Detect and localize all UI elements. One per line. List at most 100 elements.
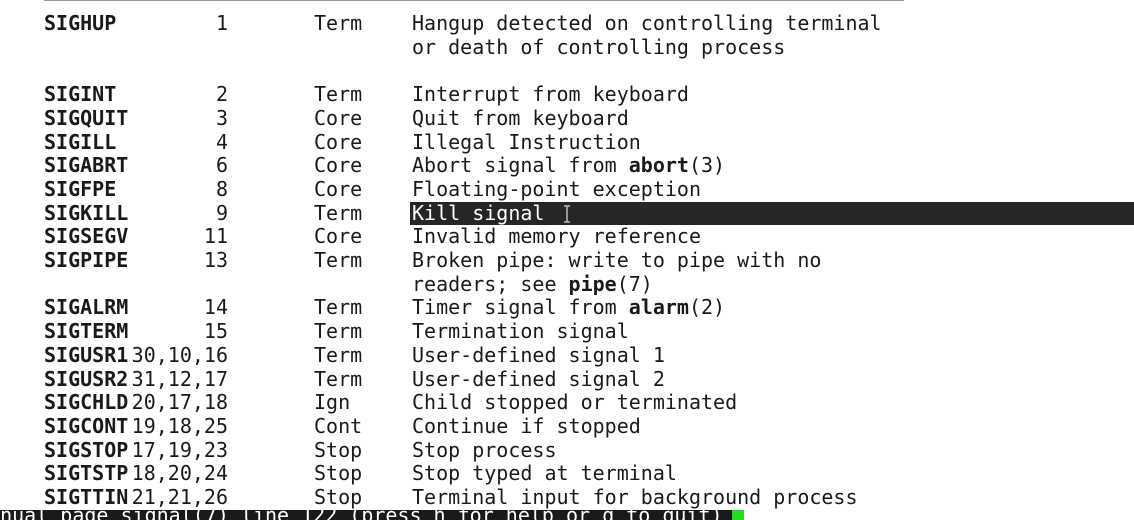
- signal-action: Ign: [314, 390, 351, 415]
- signal-comment: Quit from keyboard: [412, 105, 629, 131]
- man-reference: alarm: [628, 295, 689, 320]
- signal-value: 9: [215, 200, 228, 225]
- comment-text: Stop typed at terminal: [412, 461, 677, 486]
- signal-comment: Illegal Instruction: [412, 129, 641, 155]
- signal-action: Stop: [314, 437, 363, 462]
- comment-text: User-defined signal 2: [412, 366, 665, 391]
- signal-value: 19,18,25: [131, 413, 228, 438]
- signal-action: Stop: [314, 461, 363, 486]
- signal-comment: Hangup detected on controlling terminal: [412, 11, 882, 36]
- signal-action: Stop: [314, 485, 363, 509]
- signal-value: 15: [203, 319, 228, 344]
- signal-row-sighup: SIGHUP 1 Term Hangup detected on controllin…: [0, 11, 1134, 36]
- comment-text: Broken pipe: write to pipe with no: [412, 248, 822, 272]
- comment-text: Kill signal: [412, 200, 545, 225]
- signal-row-sigfpe: SIGFPE 8 Core Floating-point exception: [0, 176, 1134, 202]
- ibeam-cursor-icon: [564, 204, 570, 223]
- signal-value: 1: [215, 11, 228, 35]
- signal-row-sigstop: SIGSTOP 17,19,23 Stop Stop process: [0, 437, 1134, 463]
- signal-value: 2: [215, 82, 228, 107]
- signal-row-sigterm: SIGTERM 15 Term Termination signal: [0, 319, 1134, 344]
- signal-comment: Invalid memory reference: [412, 224, 701, 249]
- signal-comment: Stop process: [412, 437, 557, 463]
- signal-value: 11: [203, 224, 228, 249]
- man-reference: pipe: [568, 271, 617, 296]
- signal-comment: Child stopped or terminated: [412, 390, 738, 415]
- signal-comment: Interrupt from keyboard: [412, 82, 689, 107]
- comment-text: Stop process: [412, 437, 557, 462]
- signal-action: Term: [314, 295, 363, 320]
- signal-value: 18,20,24: [131, 461, 228, 486]
- comment-text: (2): [688, 295, 726, 320]
- signal-value: 14: [203, 295, 228, 320]
- signal-value: 13: [203, 248, 228, 272]
- terminal-cursor: [732, 510, 744, 520]
- signal-value: 21,21,26: [131, 485, 228, 509]
- comment-text: Floating-point exception: [412, 176, 701, 201]
- signal-action: Core: [314, 105, 363, 130]
- signal-value: 4: [215, 129, 228, 154]
- status-text: Manual page signal(7) line 122 (press h …: [0, 510, 723, 520]
- signal-value: 20,17,18: [131, 390, 228, 415]
- signal-action: Term: [314, 200, 363, 225]
- signal-action: Core: [314, 129, 363, 154]
- comment-text: or death of controlling process: [412, 34, 786, 59]
- signal-comment: User-defined signal 1: [412, 343, 665, 368]
- signal-row-sigusr1: SIGUSR1 30,10,16 Term User-defined signal 1: [0, 342, 1134, 368]
- comment-text: Interrupt from keyboard: [412, 82, 689, 107]
- signal-action: Core: [314, 176, 363, 201]
- signal-value: 6: [215, 153, 228, 178]
- signal-value: 3: [215, 105, 228, 130]
- comment-text: Illegal Instruction: [412, 129, 641, 154]
- signal-action: Core: [314, 224, 363, 249]
- signal-row-sigsegv: SIGSEGV 11 Core Invalid memory reference: [0, 224, 1134, 249]
- signal-comment: Broken pipe: write to pipe with no: [412, 248, 822, 273]
- signal-row-sigtstp: SIGTSTP 18,20,24 Stop Stop typed at termina…: [0, 461, 1134, 486]
- signal-action: Cont: [314, 413, 363, 438]
- signal-comment: Floating-point exception: [412, 176, 701, 202]
- signal-row-sigpipe: SIGPIPE 13 Term Broken pipe: write to pipe …: [0, 248, 1134, 273]
- comment-text: (3): [688, 153, 726, 178]
- comment-text: Invalid memory reference: [412, 224, 701, 249]
- signal-comment: Timer signal from alarm(2): [412, 296, 725, 320]
- top-rule: [44, 0, 904, 1]
- signal-row-sigusr2: SIGUSR2 31,12,17 Term User-defined signal 2: [0, 366, 1134, 392]
- comment-text: Child stopped or terminated: [412, 390, 738, 415]
- comment-text: readers; see: [412, 271, 569, 296]
- signal-value: 31,12,17: [131, 366, 228, 391]
- comment-text: Quit from keyboard: [412, 105, 629, 130]
- comment-text: Termination signal: [412, 319, 629, 344]
- signal-comment: or death of controlling process: [412, 34, 786, 60]
- signal-row-sigchld: SIGCHLD 20,17,18 Ign Child stopped or termi…: [0, 390, 1134, 415]
- man-reference: abort: [628, 153, 689, 178]
- pager-status-bar: Manual page signal(7) line 122 (press h …: [0, 510, 732, 520]
- signal-action: Term: [314, 248, 363, 272]
- signal-comment: readers; see pipe(7): [412, 271, 653, 297]
- signal-comment: Continue if stopped: [412, 413, 641, 439]
- signal-action: Core: [314, 153, 363, 178]
- signal-row-sigalrm: SIGALRM 14 Term Timer signal from alarm(2): [0, 296, 1134, 320]
- signal-row-sigttin: SIGTTIN 21,21,26 Stop Terminal input for ba…: [0, 485, 1134, 510]
- comment-text: Continue if stopped: [412, 413, 641, 438]
- signal-action: Term: [314, 366, 363, 391]
- signal-comment: Termination signal: [412, 319, 629, 344]
- comment-text: Terminal input for background process: [412, 485, 858, 509]
- signal-row-sigint: SIGINT 2 Term Interrupt from keyboard: [0, 82, 1134, 107]
- signal-row-sigill: SIGILL 4 Core Illegal Instruction: [0, 129, 1134, 155]
- signal-row-sighup-cont: or death of controlling process: [0, 34, 1134, 60]
- signal-comment: Terminal input for background process: [412, 485, 858, 510]
- comment-text: Timer signal from: [412, 295, 629, 320]
- signal-comment: Kill signal: [412, 200, 545, 226]
- signal-row-sigkill: SIGKILL 9 Term Kill signal: [0, 200, 1134, 226]
- signal-action: Term: [314, 82, 363, 107]
- signal-comment: Stop typed at terminal: [412, 461, 677, 486]
- signal-action: Term: [314, 342, 363, 367]
- signal-value: 30,10,16: [131, 342, 228, 367]
- comment-text: Abort signal from: [412, 153, 629, 178]
- signal-action: Term: [314, 319, 363, 344]
- comment-text: (7): [616, 271, 653, 296]
- comment-text: Hangup detected on controlling terminal: [412, 11, 882, 35]
- signal-row-sigabrt: SIGABRT 6 Core Abort signal from abort(3): [0, 153, 1134, 178]
- signal-row-sigquit: SIGQUIT 3 Core Quit from keyboard: [0, 105, 1134, 131]
- signal-comment: Abort signal from abort(3): [412, 153, 726, 178]
